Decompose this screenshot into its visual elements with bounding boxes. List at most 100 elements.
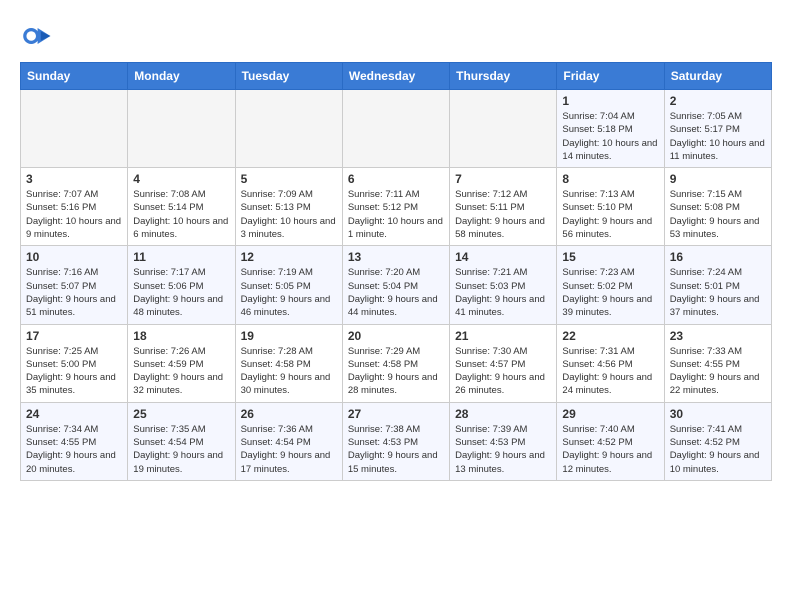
- day-info: Sunrise: 7:04 AM Sunset: 5:18 PM Dayligh…: [562, 110, 658, 163]
- calendar-day-cell: 27 Sunrise: 7:38 AM Sunset: 4:53 PM Dayli…: [342, 402, 449, 480]
- calendar-day-cell: 6 Sunrise: 7:11 AM Sunset: 5:12 PM Daylig…: [342, 168, 449, 246]
- day-number: 5: [241, 172, 337, 186]
- calendar-day-cell: [450, 90, 557, 168]
- day-of-week-header: Tuesday: [235, 63, 342, 90]
- day-number: 22: [562, 329, 658, 343]
- calendar-day-cell: 18 Sunrise: 7:26 AM Sunset: 4:59 PM Dayli…: [128, 324, 235, 402]
- calendar-day-cell: 16 Sunrise: 7:24 AM Sunset: 5:01 PM Dayli…: [664, 246, 771, 324]
- day-number: 14: [455, 250, 551, 264]
- calendar-table: SundayMondayTuesdayWednesdayThursdayFrid…: [20, 62, 772, 481]
- calendar-day-cell: 21 Sunrise: 7:30 AM Sunset: 4:57 PM Dayli…: [450, 324, 557, 402]
- day-number: 21: [455, 329, 551, 343]
- calendar-day-cell: 10 Sunrise: 7:16 AM Sunset: 5:07 PM Dayli…: [21, 246, 128, 324]
- day-info: Sunrise: 7:41 AM Sunset: 4:52 PM Dayligh…: [670, 423, 766, 476]
- day-of-week-header: Friday: [557, 63, 664, 90]
- day-number: 10: [26, 250, 122, 264]
- day-info: Sunrise: 7:25 AM Sunset: 5:00 PM Dayligh…: [26, 345, 122, 398]
- day-number: 16: [670, 250, 766, 264]
- calendar-day-cell: 3 Sunrise: 7:07 AM Sunset: 5:16 PM Daylig…: [21, 168, 128, 246]
- day-number: 19: [241, 329, 337, 343]
- day-number: 3: [26, 172, 122, 186]
- calendar-week-row: 1 Sunrise: 7:04 AM Sunset: 5:18 PM Daylig…: [21, 90, 772, 168]
- calendar-day-cell: 14 Sunrise: 7:21 AM Sunset: 5:03 PM Dayli…: [450, 246, 557, 324]
- day-of-week-header: Sunday: [21, 63, 128, 90]
- day-info: Sunrise: 7:09 AM Sunset: 5:13 PM Dayligh…: [241, 188, 337, 241]
- day-number: 13: [348, 250, 444, 264]
- calendar-day-cell: [235, 90, 342, 168]
- page-header: [20, 20, 772, 52]
- day-number: 29: [562, 407, 658, 421]
- day-info: Sunrise: 7:26 AM Sunset: 4:59 PM Dayligh…: [133, 345, 229, 398]
- calendar-day-cell: 29 Sunrise: 7:40 AM Sunset: 4:52 PM Dayli…: [557, 402, 664, 480]
- logo[interactable]: [20, 20, 56, 52]
- calendar-week-row: 3 Sunrise: 7:07 AM Sunset: 5:16 PM Daylig…: [21, 168, 772, 246]
- day-info: Sunrise: 7:21 AM Sunset: 5:03 PM Dayligh…: [455, 266, 551, 319]
- calendar-week-row: 24 Sunrise: 7:34 AM Sunset: 4:55 PM Dayli…: [21, 402, 772, 480]
- day-number: 30: [670, 407, 766, 421]
- day-info: Sunrise: 7:31 AM Sunset: 4:56 PM Dayligh…: [562, 345, 658, 398]
- day-number: 2: [670, 94, 766, 108]
- day-info: Sunrise: 7:30 AM Sunset: 4:57 PM Dayligh…: [455, 345, 551, 398]
- calendar-day-cell: 1 Sunrise: 7:04 AM Sunset: 5:18 PM Daylig…: [557, 90, 664, 168]
- day-number: 1: [562, 94, 658, 108]
- day-number: 12: [241, 250, 337, 264]
- calendar-day-cell: 12 Sunrise: 7:19 AM Sunset: 5:05 PM Dayli…: [235, 246, 342, 324]
- day-info: Sunrise: 7:13 AM Sunset: 5:10 PM Dayligh…: [562, 188, 658, 241]
- day-number: 9: [670, 172, 766, 186]
- calendar-day-cell: 11Sunrise: 7:17 AM Sunset: 5:06 PM Dayli…: [128, 246, 235, 324]
- calendar-day-cell: 22 Sunrise: 7:31 AM Sunset: 4:56 PM Dayli…: [557, 324, 664, 402]
- day-info: Sunrise: 7:40 AM Sunset: 4:52 PM Dayligh…: [562, 423, 658, 476]
- day-info: Sunrise: 7:36 AM Sunset: 4:54 PM Dayligh…: [241, 423, 337, 476]
- day-of-week-header: Saturday: [664, 63, 771, 90]
- calendar-week-row: 10 Sunrise: 7:16 AM Sunset: 5:07 PM Dayli…: [21, 246, 772, 324]
- day-info: Sunrise: 7:28 AM Sunset: 4:58 PM Dayligh…: [241, 345, 337, 398]
- day-info: Sunrise: 7:19 AM Sunset: 5:05 PM Dayligh…: [241, 266, 337, 319]
- day-info: Sunrise: 7:12 AM Sunset: 5:11 PM Dayligh…: [455, 188, 551, 241]
- day-info: Sunrise: 7:34 AM Sunset: 4:55 PM Dayligh…: [26, 423, 122, 476]
- day-number: 26: [241, 407, 337, 421]
- day-number: 6: [348, 172, 444, 186]
- calendar-day-cell: 2 Sunrise: 7:05 AM Sunset: 5:17 PM Daylig…: [664, 90, 771, 168]
- day-info: Sunrise: 7:38 AM Sunset: 4:53 PM Dayligh…: [348, 423, 444, 476]
- day-of-week-header: Wednesday: [342, 63, 449, 90]
- day-number: 7: [455, 172, 551, 186]
- calendar-day-cell: [21, 90, 128, 168]
- day-of-week-header: Thursday: [450, 63, 557, 90]
- day-info: Sunrise: 7:17 AM Sunset: 5:06 PM Dayligh…: [133, 266, 229, 319]
- day-info: Sunrise: 7:07 AM Sunset: 5:16 PM Dayligh…: [26, 188, 122, 241]
- day-info: Sunrise: 7:24 AM Sunset: 5:01 PM Dayligh…: [670, 266, 766, 319]
- day-info: Sunrise: 7:23 AM Sunset: 5:02 PM Dayligh…: [562, 266, 658, 319]
- day-of-week-header: Monday: [128, 63, 235, 90]
- day-number: 27: [348, 407, 444, 421]
- calendar-day-cell: 8 Sunrise: 7:13 AM Sunset: 5:10 PM Daylig…: [557, 168, 664, 246]
- calendar-day-cell: 4Sunrise: 7:08 AM Sunset: 5:14 PM Daylig…: [128, 168, 235, 246]
- day-number: 28: [455, 407, 551, 421]
- day-number: 8: [562, 172, 658, 186]
- calendar-day-cell: 5 Sunrise: 7:09 AM Sunset: 5:13 PM Daylig…: [235, 168, 342, 246]
- day-info: Sunrise: 7:05 AM Sunset: 5:17 PM Dayligh…: [670, 110, 766, 163]
- day-info: Sunrise: 7:16 AM Sunset: 5:07 PM Dayligh…: [26, 266, 122, 319]
- day-info: Sunrise: 7:11 AM Sunset: 5:12 PM Dayligh…: [348, 188, 444, 241]
- day-info: Sunrise: 7:20 AM Sunset: 5:04 PM Dayligh…: [348, 266, 444, 319]
- day-number: 15: [562, 250, 658, 264]
- day-info: Sunrise: 7:33 AM Sunset: 4:55 PM Dayligh…: [670, 345, 766, 398]
- day-number: 18: [133, 329, 229, 343]
- calendar-day-cell: 9 Sunrise: 7:15 AM Sunset: 5:08 PM Daylig…: [664, 168, 771, 246]
- day-info: Sunrise: 7:39 AM Sunset: 4:53 PM Dayligh…: [455, 423, 551, 476]
- day-info: Sunrise: 7:08 AM Sunset: 5:14 PM Dayligh…: [133, 188, 229, 241]
- day-number: 24: [26, 407, 122, 421]
- calendar-day-cell: 17Sunrise: 7:25 AM Sunset: 5:00 PM Dayli…: [21, 324, 128, 402]
- calendar-day-cell: 23Sunrise: 7:33 AM Sunset: 4:55 PM Dayli…: [664, 324, 771, 402]
- calendar-day-cell: 13 Sunrise: 7:20 AM Sunset: 5:04 PM Dayli…: [342, 246, 449, 324]
- calendar-day-cell: 30 Sunrise: 7:41 AM Sunset: 4:52 PM Dayli…: [664, 402, 771, 480]
- calendar-day-cell: 7 Sunrise: 7:12 AM Sunset: 5:11 PM Daylig…: [450, 168, 557, 246]
- calendar-day-cell: 28 Sunrise: 7:39 AM Sunset: 4:53 PM Dayli…: [450, 402, 557, 480]
- day-info: Sunrise: 7:15 AM Sunset: 5:08 PM Dayligh…: [670, 188, 766, 241]
- calendar-header-row: SundayMondayTuesdayWednesdayThursdayFrid…: [21, 63, 772, 90]
- calendar-day-cell: [128, 90, 235, 168]
- day-number: 25: [133, 407, 229, 421]
- day-info: Sunrise: 7:35 AM Sunset: 4:54 PM Dayligh…: [133, 423, 229, 476]
- day-number: 20: [348, 329, 444, 343]
- calendar-week-row: 17Sunrise: 7:25 AM Sunset: 5:00 PM Dayli…: [21, 324, 772, 402]
- calendar-day-cell: 15 Sunrise: 7:23 AM Sunset: 5:02 PM Dayli…: [557, 246, 664, 324]
